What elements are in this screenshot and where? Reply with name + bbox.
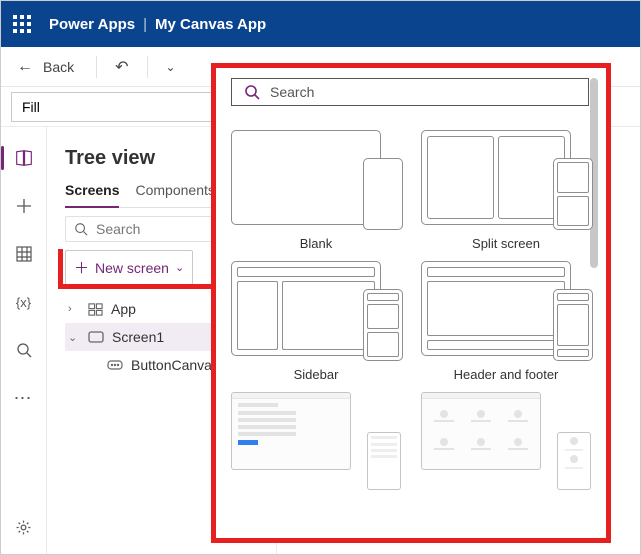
new-screen-gallery: Search Blank	[211, 63, 611, 543]
screen-icon	[88, 331, 104, 343]
app-icon	[88, 302, 103, 317]
back-button[interactable]: Back	[43, 59, 74, 75]
chevron-down-icon: ⌄	[175, 261, 184, 274]
gallery-search-placeholder: Search	[270, 84, 314, 100]
more-chevron-icon[interactable]: ⌄	[160, 60, 182, 74]
layout-tile-sidebar[interactable]: Sidebar	[231, 261, 401, 382]
plus-icon: ＋	[74, 257, 89, 278]
back-arrow-icon[interactable]: ←	[17, 58, 33, 76]
separator	[96, 56, 97, 78]
tree-view-icon[interactable]	[15, 149, 33, 167]
chevron-down-icon: ⌄	[68, 331, 80, 344]
settings-icon[interactable]	[15, 518, 33, 536]
tree-label: App	[111, 301, 136, 317]
layout-label: Blank	[300, 236, 333, 251]
button-icon	[107, 360, 123, 370]
app-root: Power Apps | My Canvas App ← Back ↶ ⌄ {	[0, 0, 641, 555]
layout-tile-split[interactable]: Split screen	[421, 130, 591, 251]
undo-icon[interactable]: ↶	[109, 57, 134, 77]
tab-components[interactable]: Components	[135, 182, 214, 207]
separator	[147, 56, 148, 78]
tab-screens[interactable]: Screens	[65, 182, 119, 208]
tree-search-placeholder: Search	[96, 221, 140, 237]
rail-selection-indicator	[1, 146, 4, 170]
layout-tile-template-b[interactable]	[421, 392, 591, 490]
title-divider: |	[143, 16, 147, 33]
insert-icon[interactable]	[15, 197, 33, 215]
layout-tile-blank[interactable]: Blank	[231, 130, 401, 251]
more-icon[interactable]: ⋯	[15, 389, 33, 407]
new-screen-button[interactable]: ＋ New screen ⌄	[65, 250, 193, 285]
left-rail: {x} ⋯	[1, 127, 47, 554]
layout-label: Header and footer	[454, 367, 559, 382]
data-icon[interactable]	[15, 245, 33, 263]
search-icon[interactable]	[15, 341, 33, 359]
layout-tile-template-a[interactable]	[231, 392, 401, 490]
gallery-grid: Blank Split screen	[231, 130, 598, 490]
waffle-icon[interactable]	[13, 15, 31, 33]
app-file-name: My Canvas App	[155, 16, 266, 33]
layout-label: Split screen	[472, 236, 540, 251]
layout-label: Sidebar	[294, 367, 339, 382]
new-screen-label: New screen	[95, 260, 169, 276]
chevron-right-icon: ›	[68, 303, 80, 315]
layout-tile-headerfooter[interactable]: Header and footer	[421, 261, 591, 382]
title-bar: Power Apps | My Canvas App	[1, 1, 640, 47]
tree-label: Screen1	[112, 329, 164, 345]
variables-icon[interactable]: {x}	[15, 293, 33, 311]
gallery-search[interactable]: Search	[231, 78, 589, 106]
app-name: Power Apps	[49, 16, 135, 33]
